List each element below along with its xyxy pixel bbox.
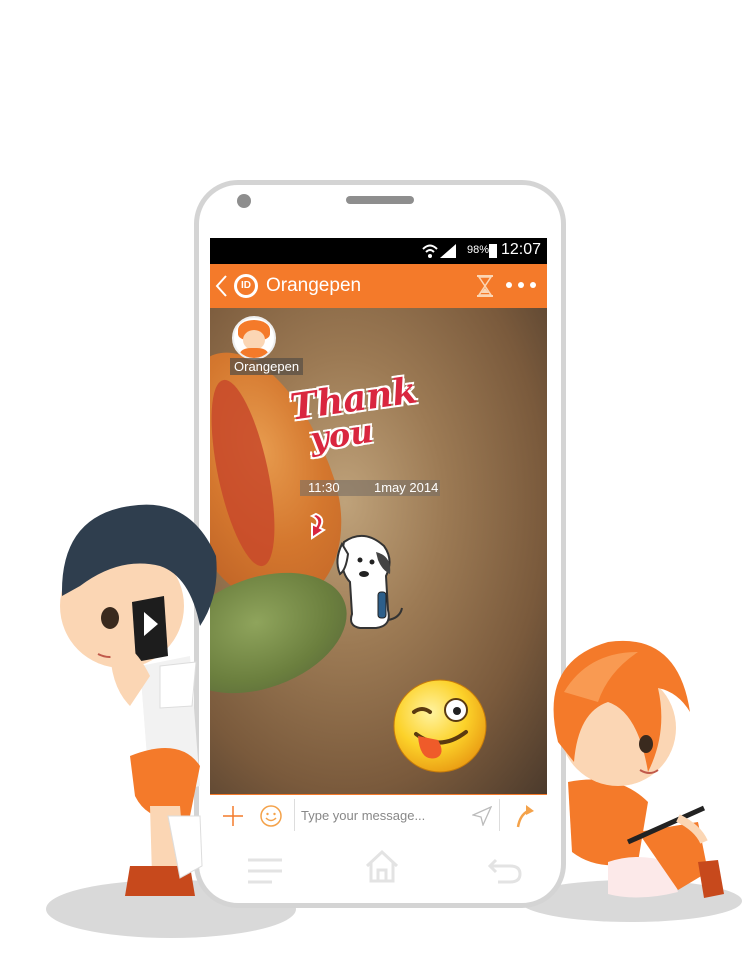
menu-icon[interactable] bbox=[246, 856, 284, 886]
signal-icon bbox=[440, 244, 456, 258]
front-camera bbox=[237, 194, 251, 208]
chat-title: Orangepen bbox=[266, 275, 362, 296]
boy-character-illustration bbox=[60, 504, 217, 896]
emoji-smile-icon[interactable] bbox=[260, 805, 282, 827]
reply-icon[interactable] bbox=[302, 510, 328, 542]
dog-sticker[interactable] bbox=[330, 530, 406, 636]
status-bar: 98% 12:07 bbox=[210, 238, 547, 264]
battery-percent: 98% bbox=[466, 244, 489, 256]
back-chevron-icon[interactable] bbox=[214, 274, 228, 298]
more-options-icon[interactable] bbox=[506, 282, 538, 290]
phone-screen: 98% 12:07 ID Orangepen Orangepen Thank y… bbox=[210, 238, 547, 836]
back-arrow-icon[interactable] bbox=[488, 854, 522, 884]
timestamp-time: 11:30 bbox=[308, 480, 340, 495]
message-timestamp: 11:30 1may 2014 bbox=[300, 480, 440, 496]
winking-tongue-emoji[interactable] bbox=[390, 676, 490, 776]
app-logo-text: ID bbox=[237, 277, 255, 295]
send-icon[interactable] bbox=[472, 806, 492, 826]
message-input[interactable] bbox=[294, 799, 500, 831]
timestamp-date: 1may 2014 bbox=[374, 480, 439, 495]
battery-icon bbox=[489, 244, 497, 258]
message-input-bar bbox=[210, 794, 547, 836]
girl-character-illustration bbox=[553, 640, 724, 898]
wifi-icon bbox=[422, 244, 438, 258]
sender-avatar[interactable] bbox=[232, 316, 276, 360]
chat-area: Orangepen Thank you 11:30 1may 2014 bbox=[210, 308, 547, 794]
thank-you-sticker[interactable]: Thank you bbox=[288, 369, 420, 458]
app-logo: ID bbox=[232, 272, 260, 300]
app-bar: ID Orangepen bbox=[210, 264, 547, 308]
home-icon[interactable] bbox=[364, 848, 400, 884]
earpiece-speaker bbox=[346, 196, 414, 204]
clock: 12:07 bbox=[500, 241, 541, 258]
hourglass-icon[interactable] bbox=[476, 274, 494, 298]
sender-name: Orangepen bbox=[230, 358, 304, 375]
